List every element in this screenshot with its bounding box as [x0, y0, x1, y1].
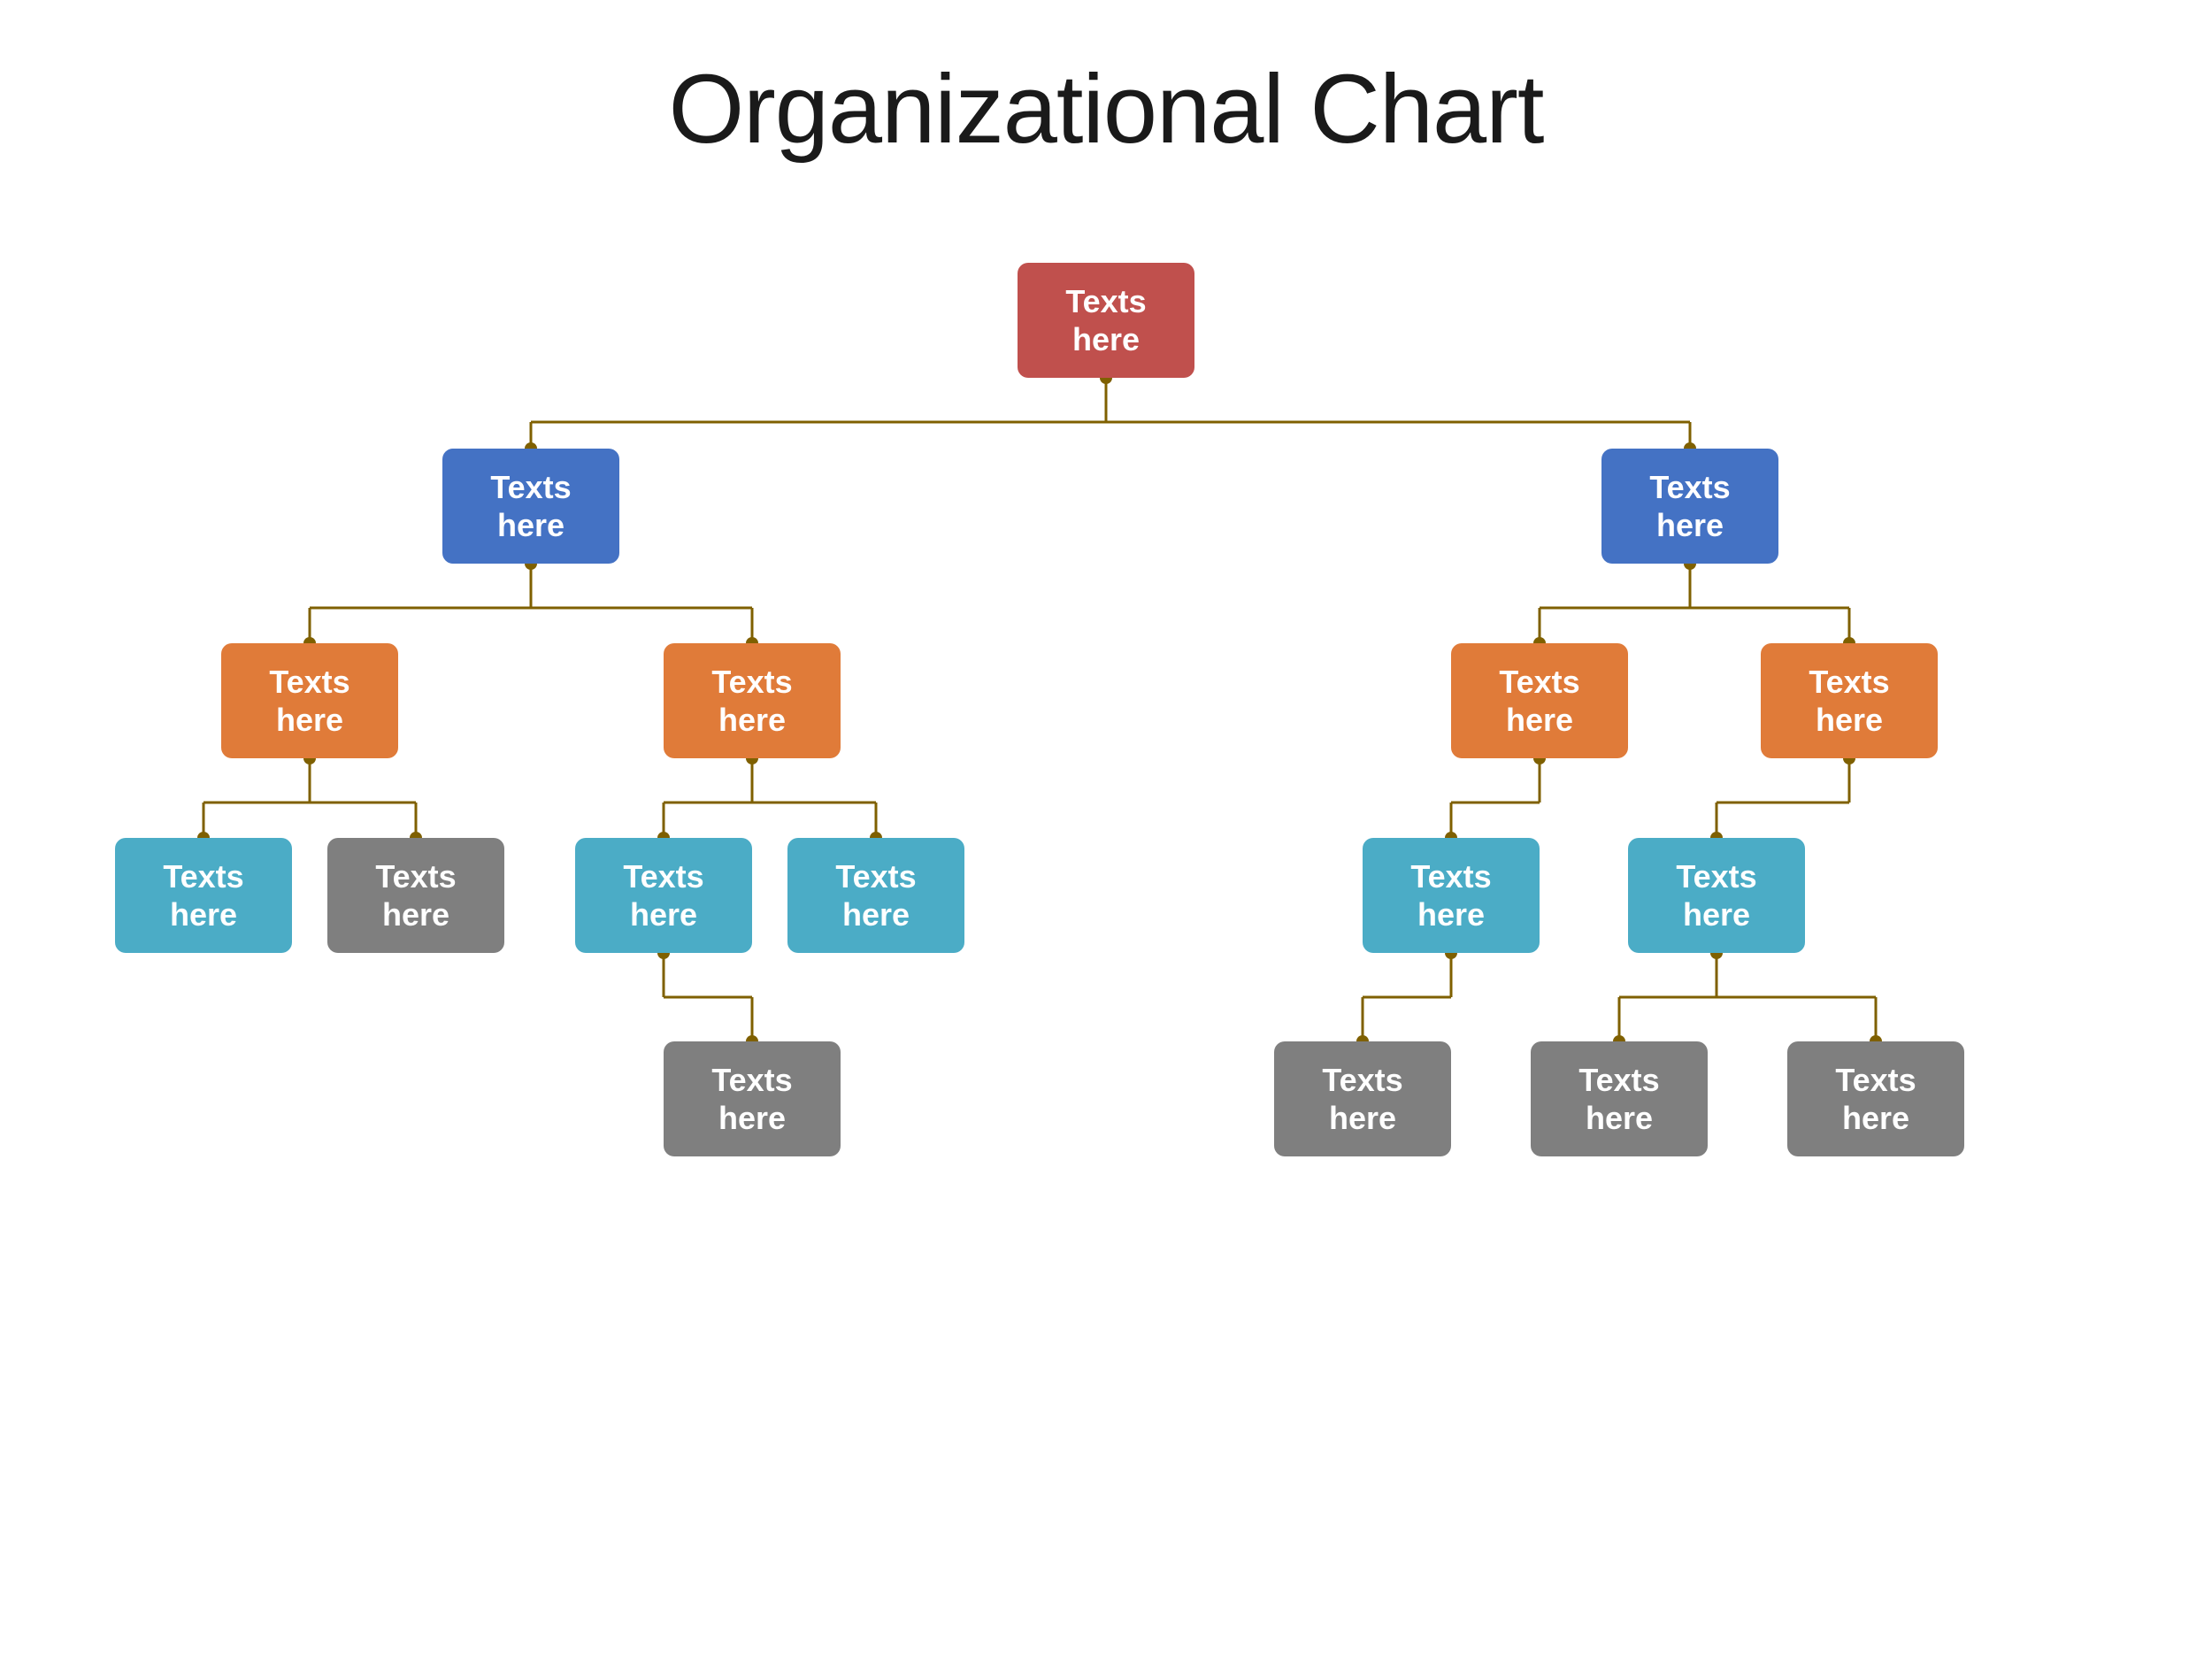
node-l4a[interactable]: Texts here: [664, 1041, 841, 1156]
node-l1a[interactable]: Texts here: [442, 449, 619, 564]
node-l2d[interactable]: Texts here: [1761, 643, 1938, 758]
node-l1b[interactable]: Texts here: [1601, 449, 1778, 564]
node-l2c[interactable]: Texts here: [1451, 643, 1628, 758]
node-l4c[interactable]: Texts here: [1531, 1041, 1708, 1156]
page-title: Organizational Chart: [669, 53, 1544, 165]
node-l4d[interactable]: Texts here: [1787, 1041, 1964, 1156]
node-l2a[interactable]: Texts here: [221, 643, 398, 758]
node-l4b[interactable]: Texts here: [1274, 1041, 1451, 1156]
node-l3d[interactable]: Texts here: [787, 838, 964, 953]
node-l2b[interactable]: Texts here: [664, 643, 841, 758]
org-chart: Texts here Texts here Texts here Texts h…: [44, 219, 2168, 1634]
node-l3a[interactable]: Texts here: [115, 838, 292, 953]
node-l3f[interactable]: Texts here: [1628, 838, 1805, 953]
node-root[interactable]: Texts here: [1018, 263, 1194, 378]
node-l3b[interactable]: Texts here: [327, 838, 504, 953]
node-l3c[interactable]: Texts here: [575, 838, 752, 953]
node-l3e[interactable]: Texts here: [1363, 838, 1540, 953]
